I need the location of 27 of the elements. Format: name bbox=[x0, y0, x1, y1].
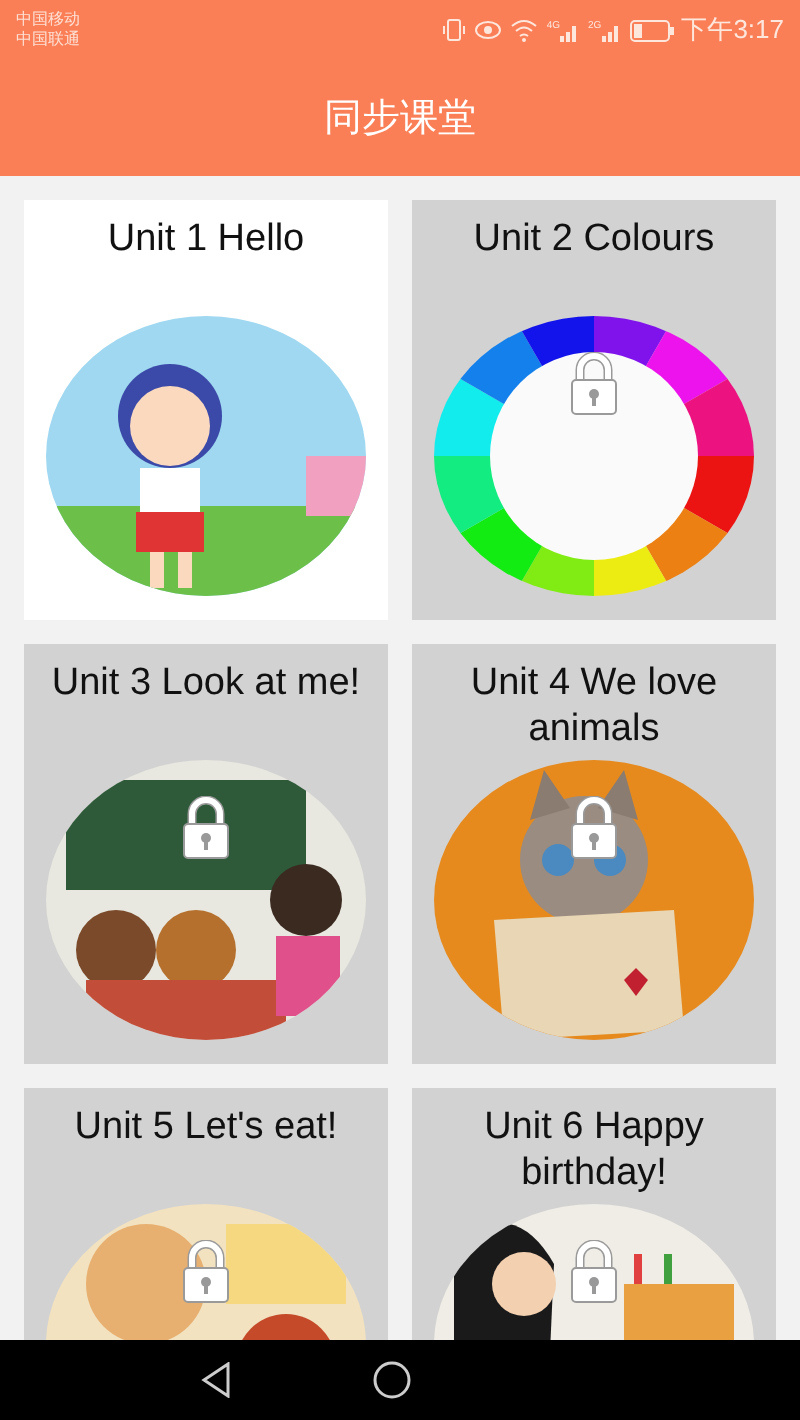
unit-card[interactable]: Unit 4 We love animals bbox=[412, 644, 776, 1064]
unit-card[interactable]: Unit 5 Let's eat! bbox=[24, 1088, 388, 1340]
unit-title: Unit 5 Let's eat! bbox=[72, 1104, 340, 1152]
lock-icon bbox=[568, 796, 620, 860]
unit-title: Unit 1 Hello bbox=[105, 216, 307, 264]
lock-icon bbox=[568, 1240, 620, 1304]
page-title: 同步课堂 bbox=[324, 96, 476, 144]
battery-icon bbox=[629, 19, 674, 41]
back-icon[interactable] bbox=[200, 1362, 232, 1398]
clock-time: 下午3:17 bbox=[681, 12, 784, 48]
lock-icon bbox=[180, 1240, 232, 1304]
wifi-icon bbox=[510, 18, 539, 42]
unit-title: Unit 6 Happy birthday! bbox=[482, 1104, 706, 1198]
home-icon[interactable] bbox=[372, 1360, 412, 1400]
vibrate-icon bbox=[442, 18, 467, 42]
unit-title: Unit 4 We love animals bbox=[468, 660, 720, 754]
carrier-name: 中国联通 bbox=[16, 30, 80, 50]
unit-title: Unit 2 Colours bbox=[471, 216, 717, 264]
carrier-name: 中国移动 bbox=[16, 10, 80, 30]
lock-icon bbox=[568, 352, 620, 416]
unit-card[interactable]: Unit 6 Happy birthday! bbox=[412, 1088, 776, 1340]
unit-card[interactable]: Unit 2 Colours bbox=[412, 200, 776, 620]
unit-card[interactable]: Unit 1 Hello bbox=[24, 200, 388, 620]
eye-icon bbox=[474, 18, 503, 42]
lock-icon bbox=[180, 796, 232, 860]
unit-title: Unit 3 Look at me! bbox=[49, 660, 363, 708]
unit-card[interactable]: Unit 3 Look at me! bbox=[24, 644, 388, 1064]
